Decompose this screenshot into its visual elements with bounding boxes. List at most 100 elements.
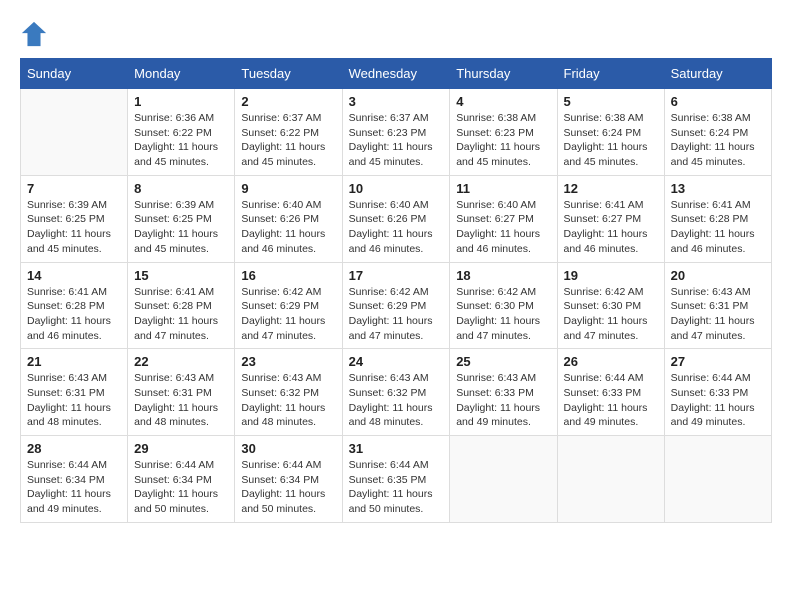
- calendar-week-5: 28Sunrise: 6:44 AM Sunset: 6:34 PM Dayli…: [21, 436, 772, 523]
- day-detail: Sunrise: 6:41 AM Sunset: 6:28 PM Dayligh…: [134, 285, 228, 344]
- day-number: 9: [241, 181, 335, 196]
- day-number: 23: [241, 354, 335, 369]
- day-detail: Sunrise: 6:38 AM Sunset: 6:24 PM Dayligh…: [564, 111, 658, 170]
- calendar-cell: 30 Sunrise: 6:44 AM Sunset: 6:34 PM Dayli…: [235, 436, 342, 523]
- day-detail: Sunrise: 6:43 AM Sunset: 6:31 PM Dayligh…: [671, 285, 765, 344]
- day-detail: Sunrise: 6:43 AM Sunset: 6:31 PM Dayligh…: [27, 371, 121, 430]
- calendar-cell: 25 Sunrise: 6:43 AM Sunset: 6:33 PM Dayli…: [450, 349, 557, 436]
- page-header: [20, 20, 772, 48]
- calendar-cell: 4 Sunrise: 6:38 AM Sunset: 6:23 PM Daylig…: [450, 89, 557, 176]
- day-number: 29: [134, 441, 228, 456]
- calendar-cell: 13 Sunrise: 6:41 AM Sunset: 6:28 PM Dayli…: [664, 175, 771, 262]
- day-number: 20: [671, 268, 765, 283]
- calendar-cell: 11Sunrise: 6:40 AM Sunset: 6:27 PM Dayli…: [450, 175, 557, 262]
- calendar-cell: 12 Sunrise: 6:41 AM Sunset: 6:27 PM Dayli…: [557, 175, 664, 262]
- day-number: 10: [349, 181, 444, 196]
- day-detail: Sunrise: 6:43 AM Sunset: 6:33 PM Dayligh…: [456, 371, 550, 430]
- day-detail: Sunrise: 6:41 AM Sunset: 6:28 PM Dayligh…: [27, 285, 121, 344]
- calendar-cell: 2Sunrise: 6:37 AM Sunset: 6:22 PM Daylig…: [235, 89, 342, 176]
- calendar-cell: 28Sunrise: 6:44 AM Sunset: 6:34 PM Dayli…: [21, 436, 128, 523]
- calendar-cell: 23 Sunrise: 6:43 AM Sunset: 6:32 PM Dayli…: [235, 349, 342, 436]
- calendar-table: SundayMondayTuesdayWednesdayThursdayFrid…: [20, 58, 772, 523]
- header-day-wednesday: Wednesday: [342, 59, 450, 89]
- calendar-week-1: 1Sunrise: 6:36 AM Sunset: 6:22 PM Daylig…: [21, 89, 772, 176]
- day-detail: Sunrise: 6:42 AM Sunset: 6:30 PM Dayligh…: [564, 285, 658, 344]
- calendar-cell: 18 Sunrise: 6:42 AM Sunset: 6:30 PM Dayli…: [450, 262, 557, 349]
- day-number: 13: [671, 181, 765, 196]
- day-detail: Sunrise: 6:38 AM Sunset: 6:23 PM Dayligh…: [456, 111, 550, 170]
- day-number: 21: [27, 354, 121, 369]
- day-number: 1: [134, 94, 228, 109]
- calendar-cell: 15 Sunrise: 6:41 AM Sunset: 6:28 PM Dayli…: [128, 262, 235, 349]
- calendar-cell: [557, 436, 664, 523]
- calendar-cell: 17 Sunrise: 6:42 AM Sunset: 6:29 PM Dayli…: [342, 262, 450, 349]
- calendar-cell: 5 Sunrise: 6:38 AM Sunset: 6:24 PM Daylig…: [557, 89, 664, 176]
- header-day-tuesday: Tuesday: [235, 59, 342, 89]
- day-detail: Sunrise: 6:40 AM Sunset: 6:26 PM Dayligh…: [349, 198, 444, 257]
- day-number: 5: [564, 94, 658, 109]
- day-detail: Sunrise: 6:44 AM Sunset: 6:34 PM Dayligh…: [27, 458, 121, 517]
- day-detail: Sunrise: 6:42 AM Sunset: 6:29 PM Dayligh…: [349, 285, 444, 344]
- day-detail: Sunrise: 6:37 AM Sunset: 6:23 PM Dayligh…: [349, 111, 444, 170]
- day-number: 15: [134, 268, 228, 283]
- calendar-cell: 27 Sunrise: 6:44 AM Sunset: 6:33 PM Dayli…: [664, 349, 771, 436]
- day-number: 27: [671, 354, 765, 369]
- day-detail: Sunrise: 6:43 AM Sunset: 6:32 PM Dayligh…: [241, 371, 335, 430]
- day-detail: Sunrise: 6:37 AM Sunset: 6:22 PM Dayligh…: [241, 111, 335, 170]
- day-number: 17: [349, 268, 444, 283]
- calendar-cell: 14 Sunrise: 6:41 AM Sunset: 6:28 PM Dayli…: [21, 262, 128, 349]
- day-detail: Sunrise: 6:41 AM Sunset: 6:28 PM Dayligh…: [671, 198, 765, 257]
- calendar-cell: [450, 436, 557, 523]
- day-number: 24: [349, 354, 444, 369]
- day-detail: Sunrise: 6:42 AM Sunset: 6:30 PM Dayligh…: [456, 285, 550, 344]
- day-number: 26: [564, 354, 658, 369]
- day-detail: Sunrise: 6:42 AM Sunset: 6:29 PM Dayligh…: [241, 285, 335, 344]
- header-day-sunday: Sunday: [21, 59, 128, 89]
- calendar-cell: 20 Sunrise: 6:43 AM Sunset: 6:31 PM Dayli…: [664, 262, 771, 349]
- calendar-cell: 1Sunrise: 6:36 AM Sunset: 6:22 PM Daylig…: [128, 89, 235, 176]
- day-detail: Sunrise: 6:44 AM Sunset: 6:34 PM Dayligh…: [241, 458, 335, 517]
- day-number: 14: [27, 268, 121, 283]
- day-detail: Sunrise: 6:44 AM Sunset: 6:33 PM Dayligh…: [671, 371, 765, 430]
- day-detail: Sunrise: 6:39 AM Sunset: 6:25 PM Dayligh…: [134, 198, 228, 257]
- day-number: 19: [564, 268, 658, 283]
- calendar-cell: 21 Sunrise: 6:43 AM Sunset: 6:31 PM Dayli…: [21, 349, 128, 436]
- calendar-week-3: 14 Sunrise: 6:41 AM Sunset: 6:28 PM Dayli…: [21, 262, 772, 349]
- calendar-week-4: 21 Sunrise: 6:43 AM Sunset: 6:31 PM Dayli…: [21, 349, 772, 436]
- day-number: 31: [349, 441, 444, 456]
- logo: [20, 20, 52, 48]
- header-day-saturday: Saturday: [664, 59, 771, 89]
- calendar-cell: 31 Sunrise: 6:44 AM Sunset: 6:35 PM Dayli…: [342, 436, 450, 523]
- calendar-header-row: SundayMondayTuesdayWednesdayThursdayFrid…: [21, 59, 772, 89]
- day-number: 18: [456, 268, 550, 283]
- day-number: 7: [27, 181, 121, 196]
- day-number: 12: [564, 181, 658, 196]
- day-number: 30: [241, 441, 335, 456]
- day-detail: Sunrise: 6:43 AM Sunset: 6:32 PM Dayligh…: [349, 371, 444, 430]
- day-number: 8: [134, 181, 228, 196]
- calendar-cell: [21, 89, 128, 176]
- calendar-cell: [664, 436, 771, 523]
- day-number: 4: [456, 94, 550, 109]
- calendar-cell: 3 Sunrise: 6:37 AM Sunset: 6:23 PM Daylig…: [342, 89, 450, 176]
- calendar-cell: 26Sunrise: 6:44 AM Sunset: 6:33 PM Dayli…: [557, 349, 664, 436]
- day-number: 11: [456, 181, 550, 196]
- calendar-cell: 6Sunrise: 6:38 AM Sunset: 6:24 PM Daylig…: [664, 89, 771, 176]
- day-detail: Sunrise: 6:44 AM Sunset: 6:35 PM Dayligh…: [349, 458, 444, 517]
- day-number: 6: [671, 94, 765, 109]
- day-detail: Sunrise: 6:41 AM Sunset: 6:27 PM Dayligh…: [564, 198, 658, 257]
- day-number: 16: [241, 268, 335, 283]
- day-number: 3: [349, 94, 444, 109]
- calendar-cell: 9Sunrise: 6:40 AM Sunset: 6:26 PM Daylig…: [235, 175, 342, 262]
- header-day-friday: Friday: [557, 59, 664, 89]
- calendar-cell: 29Sunrise: 6:44 AM Sunset: 6:34 PM Dayli…: [128, 436, 235, 523]
- day-number: 25: [456, 354, 550, 369]
- calendar-cell: 22Sunrise: 6:43 AM Sunset: 6:31 PM Dayli…: [128, 349, 235, 436]
- day-detail: Sunrise: 6:39 AM Sunset: 6:25 PM Dayligh…: [27, 198, 121, 257]
- calendar-cell: 19 Sunrise: 6:42 AM Sunset: 6:30 PM Dayli…: [557, 262, 664, 349]
- header-day-thursday: Thursday: [450, 59, 557, 89]
- calendar-cell: 7 Sunrise: 6:39 AM Sunset: 6:25 PM Daylig…: [21, 175, 128, 262]
- calendar-week-2: 7 Sunrise: 6:39 AM Sunset: 6:25 PM Daylig…: [21, 175, 772, 262]
- calendar-cell: 24 Sunrise: 6:43 AM Sunset: 6:32 PM Dayli…: [342, 349, 450, 436]
- day-detail: Sunrise: 6:43 AM Sunset: 6:31 PM Dayligh…: [134, 371, 228, 430]
